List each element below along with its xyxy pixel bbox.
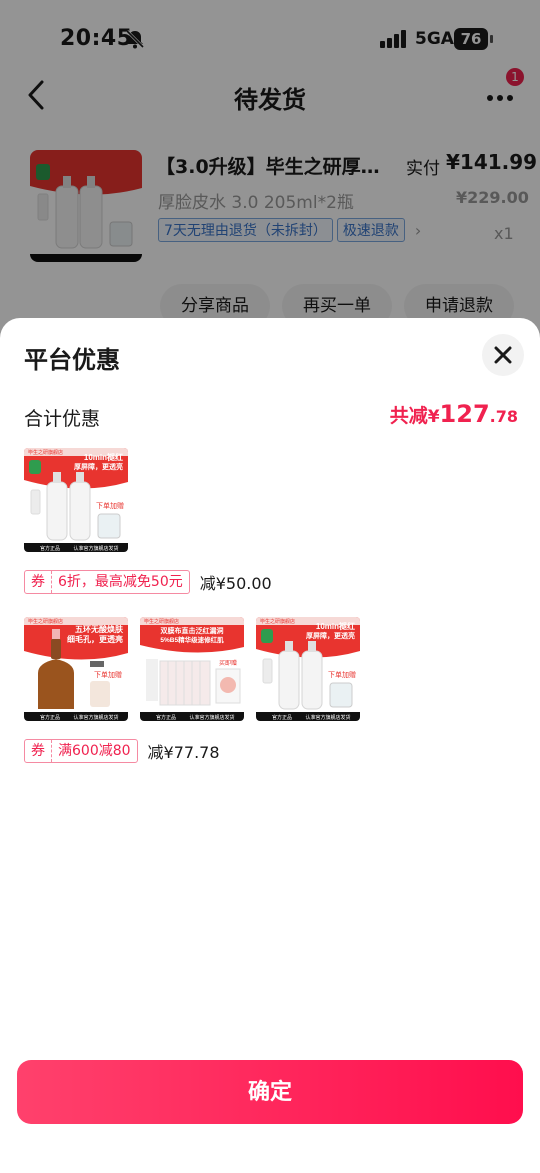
close-button[interactable]	[482, 334, 524, 376]
mask-brand-text: 毕生之研旗舰店	[144, 618, 179, 625]
product-thumb-mask[interactable]: 毕生之研旗舰店 双膜布直击泛红漏洞 5%B5精华级速修红肌 买即赠 官方正品 认…	[140, 617, 244, 721]
toner-sub-text: 厚屏障，更透亮	[74, 462, 123, 471]
product-thumb-serum[interactable]: 毕生之研旗舰店 五环无酸焕肤 细毛孔，更透亮 下单加赠 官方正品 认准官方旗舰店…	[24, 617, 128, 721]
total-prefix: 共减	[389, 405, 428, 427]
coupon-row-1: 券 6折，最高减免50元 减¥50.00	[24, 570, 272, 594]
mask-footer-right: 认准官方旗舰店发货	[189, 714, 234, 721]
serum-footer-right: 认准官方旗舰店发货	[73, 714, 118, 721]
toner2-gift-text: 下单加赠	[328, 670, 356, 679]
toner-headline-text: 10min褪红	[84, 452, 123, 462]
coupon-saving-2: 减¥77.78	[147, 743, 220, 762]
coupon-group-1-products: 毕生之研旗舰店 10min褪红 厚屏障，更透亮 下单加赠 官方正品 认准官方旗舰…	[24, 448, 128, 552]
mask-sub-text: 5%B5精华级速修红肌	[160, 635, 224, 644]
total-integer: 127	[439, 400, 490, 428]
serum-gift-text: 下单加赠	[94, 670, 122, 679]
toner-gift-text: 下单加赠	[96, 501, 124, 510]
coupon-tag-2: 券 满600减80	[24, 739, 138, 763]
toner2-headline-text: 10min褪红	[316, 621, 355, 631]
sheet-title: 平台优惠	[24, 346, 120, 374]
coupon-group-2-products: 毕生之研旗舰店 五环无酸焕肤 细毛孔，更透亮 下单加赠 官方正品 认准官方旗舰店…	[24, 617, 360, 721]
close-icon	[494, 346, 512, 364]
serum-image: 毕生之研旗舰店 五环无酸焕肤 细毛孔，更透亮 下单加赠 官方正品 认准官方旗舰店…	[24, 617, 128, 721]
confirm-button[interactable]: 确定	[17, 1060, 523, 1124]
total-discount-label: 合计优惠	[24, 408, 101, 430]
toner-footer-right: 认准官方旗舰店发货	[73, 545, 118, 552]
toner-image: 毕生之研旗舰店 10min褪红 厚屏障，更透亮 下单加赠 官方正品 认准官方旗舰…	[24, 448, 128, 552]
coupon-desc-1: 6折，最高减免50元	[58, 574, 183, 590]
coupon-saving-1: 减¥50.00	[199, 574, 272, 593]
platform-discount-sheet: 平台优惠 合计优惠 共减¥127.78 毕生之研旗舰店 10min褪红 厚屏障，…	[0, 318, 540, 1173]
product-thumb-toner-2[interactable]: 毕生之研旗舰店 10min褪红 厚屏障，更透亮 下单加赠 官方正品 认准官方旗舰…	[256, 617, 360, 721]
mask-gift-text: 买即赠	[219, 659, 237, 667]
toner2-brand-text: 毕生之研旗舰店	[260, 618, 295, 625]
coupon-tag-1: 券 6折，最高减免50元	[24, 570, 190, 594]
serum-brand-text: 毕生之研旗舰店	[28, 618, 63, 625]
toner-footer-left: 官方正品	[40, 545, 60, 552]
toner2-footer-right: 认准官方旗舰店发货	[305, 714, 350, 721]
coupon-kind-1: 券	[25, 571, 52, 593]
product-thumb-toner[interactable]: 毕生之研旗舰店 10min褪红 厚屏障，更透亮 下单加赠 官方正品 认准官方旗舰…	[24, 448, 128, 552]
serum-sub-text: 细毛孔，更透亮	[67, 634, 123, 644]
toner-brand-text: 毕生之研旗舰店	[28, 449, 63, 456]
serum-headline-text: 五环无酸焕肤	[75, 624, 124, 634]
toner2-sub-text: 厚屏障，更透亮	[306, 631, 355, 640]
toner-image-2: 毕生之研旗舰店 10min褪红 厚屏障，更透亮 下单加赠 官方正品 认准官方旗舰…	[256, 617, 360, 721]
coupon-kind-2: 券	[25, 740, 52, 762]
mask-footer-left: 官方正品	[156, 714, 176, 721]
coupon-desc-2: 满600减80	[58, 743, 131, 759]
mask-headline-text: 双膜布直击泛红漏洞	[161, 626, 224, 635]
toner2-footer-left: 官方正品	[272, 714, 292, 721]
coupon-row-2: 券 满600减80 减¥77.78	[24, 739, 220, 763]
total-currency: ¥	[427, 407, 440, 427]
total-discount-value: 共减¥127.78	[390, 400, 518, 428]
mask-image: 毕生之研旗舰店 双膜布直击泛红漏洞 5%B5精华级速修红肌 买即赠 官方正品 认…	[140, 617, 244, 721]
total-decimal: .78	[489, 407, 518, 426]
serum-footer-left: 官方正品	[40, 714, 60, 721]
